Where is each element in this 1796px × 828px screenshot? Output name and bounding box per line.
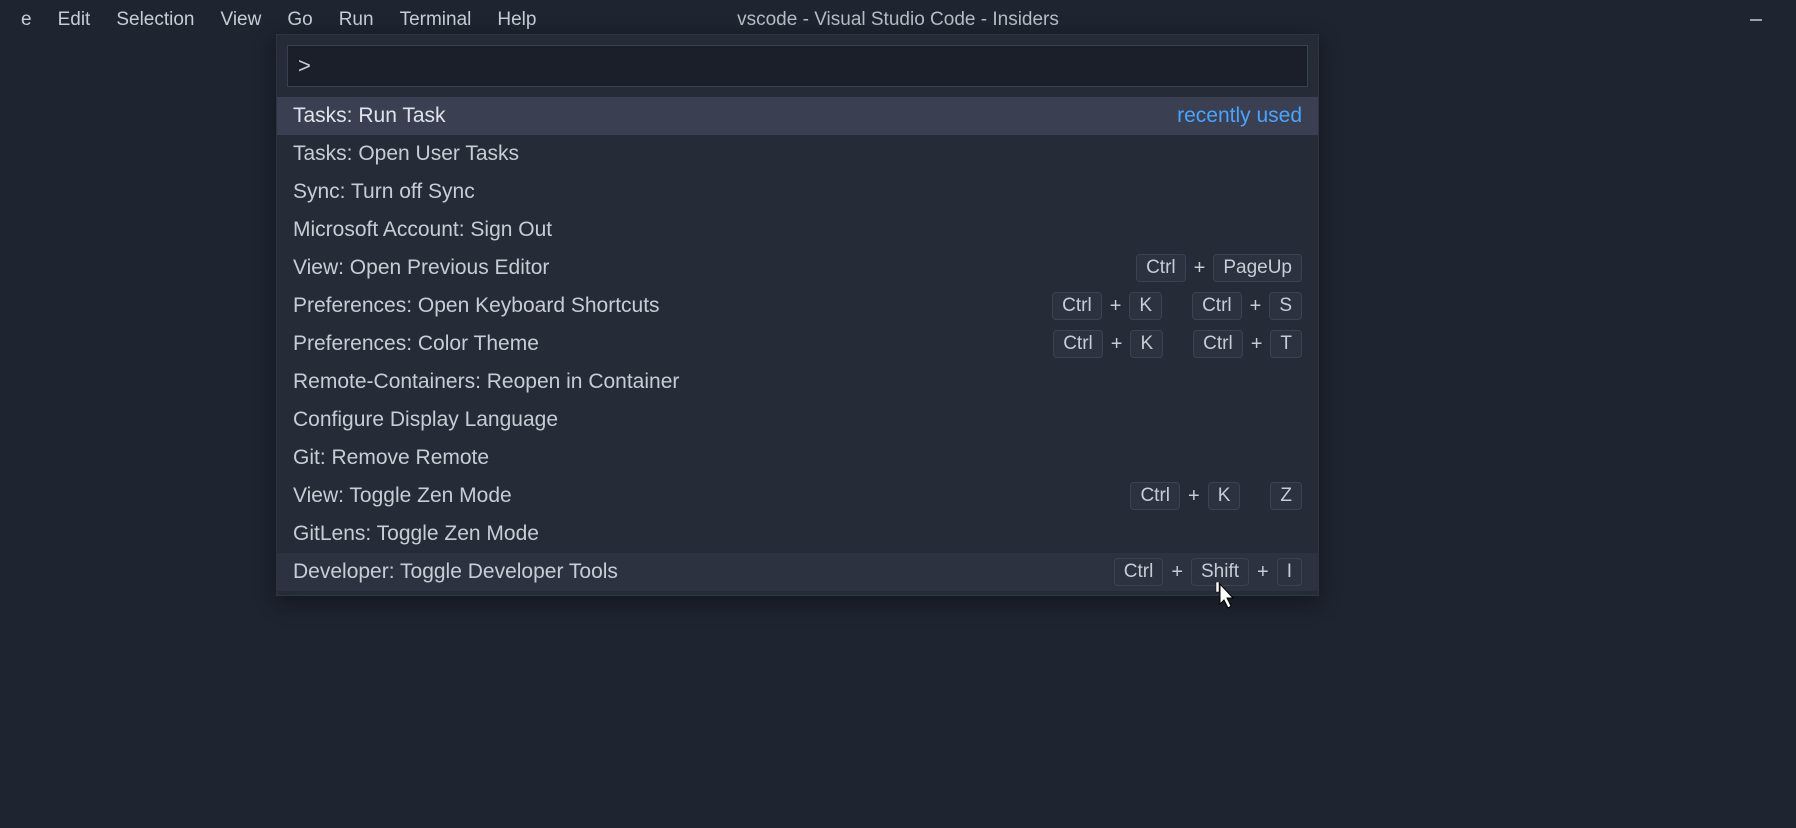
key-plus: + bbox=[1169, 561, 1185, 584]
key: Shift bbox=[1191, 558, 1249, 586]
command-item-label: Preferences: Open Keyboard Shortcuts bbox=[293, 294, 660, 318]
key-plus: + bbox=[1249, 333, 1265, 356]
keybinding: Ctrl+Shift+I bbox=[1114, 558, 1302, 586]
command-item[interactable]: Preferences: Open Keyboard Shortcuts Ctrl… bbox=[277, 287, 1318, 325]
key: Ctrl bbox=[1192, 292, 1242, 320]
key-plus: + bbox=[1248, 295, 1264, 318]
window-title: vscode - Visual Studio Code - Insiders bbox=[737, 9, 1059, 31]
command-item-label: View: Open Previous Editor bbox=[293, 256, 549, 280]
menu-go[interactable]: Go bbox=[274, 5, 325, 35]
key: Ctrl bbox=[1130, 482, 1180, 510]
key: Ctrl bbox=[1114, 558, 1164, 586]
command-item[interactable]: Microsoft Account: Sign Out bbox=[277, 211, 1318, 249]
command-item-label: Tasks: Run Task bbox=[293, 104, 446, 128]
command-item-label: Developer: Toggle Developer Tools bbox=[293, 560, 618, 584]
command-item-label: Configure Display Language bbox=[293, 408, 558, 432]
keybinding: Ctrl +S bbox=[1192, 292, 1302, 320]
command-list: Tasks: Run Task recently used Tasks: Open … bbox=[277, 93, 1318, 595]
command-input[interactable] bbox=[287, 45, 1308, 87]
keybinding: Ctrl +PageUp bbox=[1136, 254, 1302, 282]
key: T bbox=[1270, 330, 1302, 358]
command-item-label: GitLens: Toggle Zen Mode bbox=[293, 522, 539, 546]
key: K bbox=[1129, 292, 1162, 320]
menu-help[interactable]: Help bbox=[484, 5, 549, 35]
key: PageUp bbox=[1213, 254, 1302, 282]
key: Ctrl bbox=[1053, 330, 1103, 358]
command-item-label: Git: Remove Remote bbox=[293, 446, 489, 470]
key: Ctrl bbox=[1136, 254, 1186, 282]
command-item-label: Tasks: Open User Tasks bbox=[293, 142, 519, 166]
key: S bbox=[1269, 292, 1302, 320]
minimize-button[interactable] bbox=[1736, 0, 1776, 40]
key-plus: + bbox=[1109, 333, 1125, 356]
key: Z bbox=[1270, 482, 1302, 510]
command-item-label: Remote-Containers: Reopen in Container bbox=[293, 370, 679, 394]
menu-run[interactable]: Run bbox=[326, 5, 387, 35]
menu-edit[interactable]: Edit bbox=[45, 5, 104, 35]
command-input-wrap bbox=[277, 35, 1318, 93]
menu-terminal[interactable]: Terminal bbox=[387, 5, 485, 35]
keybinding: Ctrl +K bbox=[1052, 292, 1162, 320]
key-plus: + bbox=[1192, 257, 1208, 280]
command-item[interactable]: Tasks: Open User Tasks bbox=[277, 135, 1318, 173]
key: K bbox=[1130, 330, 1163, 358]
key: I bbox=[1277, 558, 1302, 586]
command-item[interactable]: Developer: Toggle Developer ToolsCtrl+Sh… bbox=[277, 553, 1318, 591]
command-item-label: View: Toggle Zen Mode bbox=[293, 484, 512, 508]
menu-view[interactable]: View bbox=[208, 5, 275, 35]
key-plus: + bbox=[1186, 485, 1202, 508]
command-item-label: Microsoft Account: Sign Out bbox=[293, 218, 552, 242]
menu-selection[interactable]: Selection bbox=[103, 5, 207, 35]
menu-e[interactable]: e bbox=[8, 5, 45, 35]
command-palette: Tasks: Run Task recently used Tasks: Open … bbox=[276, 34, 1319, 596]
key-plus: + bbox=[1108, 295, 1124, 318]
command-item[interactable]: Git: Remove Remote bbox=[277, 439, 1318, 477]
key: Ctrl bbox=[1052, 292, 1102, 320]
command-item[interactable]: Preferences: Color ThemeCtrl+KCtrl+T bbox=[277, 325, 1318, 363]
keybinding: Ctrl + K bbox=[1130, 482, 1240, 510]
window-controls bbox=[1736, 0, 1796, 40]
command-item-label: Preferences: Color Theme bbox=[293, 332, 539, 356]
key: K bbox=[1208, 482, 1241, 510]
keybinding: Z bbox=[1270, 482, 1302, 510]
command-item[interactable]: Configure Display Language bbox=[277, 401, 1318, 439]
command-item-label: Sync: Turn off Sync bbox=[293, 180, 475, 204]
command-item[interactable]: View: Open Previous Editor Ctrl +PageUp bbox=[277, 249, 1318, 287]
command-item[interactable]: View: Toggle Zen Mode Ctrl + K Z bbox=[277, 477, 1318, 515]
recently-used-label: recently used bbox=[1177, 104, 1302, 128]
keybinding: Ctrl +K bbox=[1053, 330, 1163, 358]
command-item[interactable]: Remote-Containers: Reopen in Container bbox=[277, 363, 1318, 401]
command-item[interactable]: Sync: Turn off Sync bbox=[277, 173, 1318, 211]
key-plus: + bbox=[1255, 561, 1271, 584]
key: Ctrl bbox=[1193, 330, 1243, 358]
keybinding: Ctrl +T bbox=[1193, 330, 1302, 358]
command-item[interactable]: GitLens: Toggle Zen Mode bbox=[277, 515, 1318, 553]
command-item[interactable]: Tasks: Run Task recently used bbox=[277, 97, 1318, 135]
